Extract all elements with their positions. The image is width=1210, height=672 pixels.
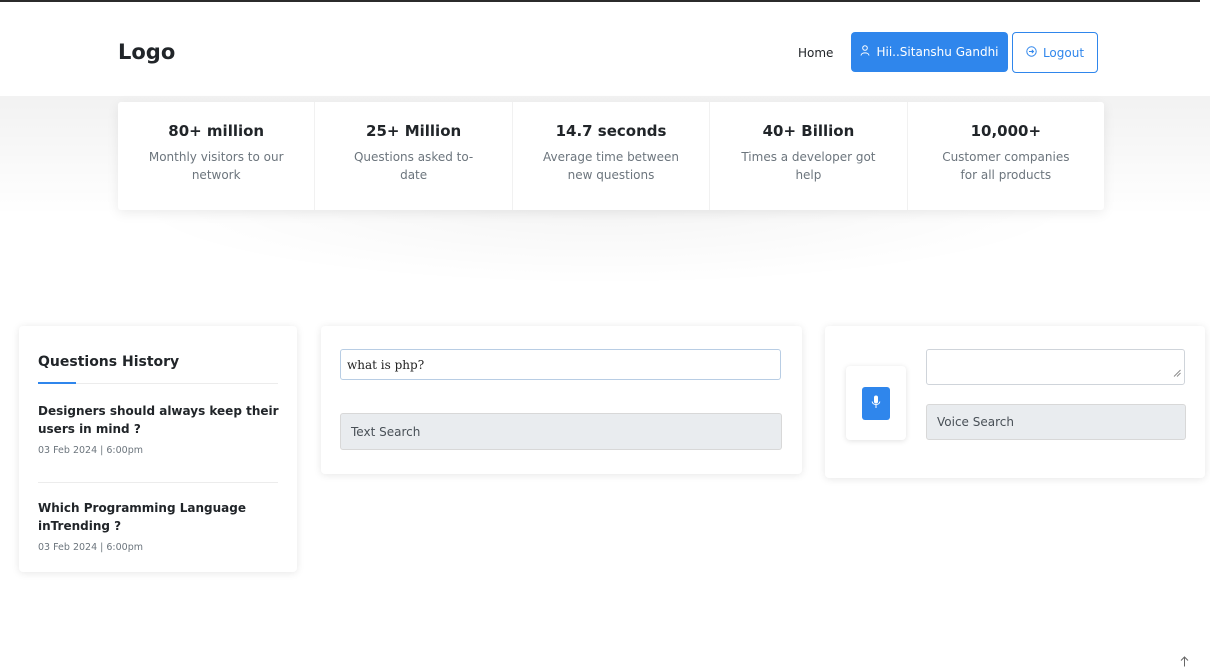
- voice-search-card: Voice Search: [825, 326, 1205, 478]
- stat-value: 25+ Million: [366, 122, 462, 140]
- stat-label: Questions asked to-date: [353, 150, 474, 182]
- history-date: 03 Feb 2024 | 6:00pm: [38, 542, 143, 553]
- stat-value: 80+ million: [168, 122, 265, 140]
- resize-grip-icon[interactable]: [1173, 362, 1181, 381]
- stat-label: Average time between new questions: [543, 150, 679, 182]
- stat-value: 40+ Billion: [762, 122, 855, 140]
- logo[interactable]: Logo: [118, 40, 175, 64]
- stat-label: Customer companies for all products: [942, 150, 1070, 182]
- text-search-button[interactable]: Text Search: [340, 413, 782, 450]
- history-title-underline: [38, 382, 76, 384]
- logout-button[interactable]: Logout: [1012, 32, 1098, 73]
- stat-label: Times a developer got help: [741, 150, 876, 182]
- top-border: [0, 0, 1200, 2]
- stat-item: 40+ Billion Times a developer got help: [710, 102, 908, 210]
- mic-container: [846, 366, 906, 440]
- nav-home-link[interactable]: Home: [798, 46, 833, 60]
- history-date: 03 Feb 2024 | 6:00pm: [38, 445, 143, 456]
- history-title: Questions History: [38, 354, 180, 370]
- user-button[interactable]: Hii..Sitanshu Gandhi: [851, 32, 1008, 72]
- user-icon: [860, 45, 870, 59]
- stat-label: Monthly visitors to our network: [148, 150, 284, 182]
- user-button-label: Hii..Sitanshu Gandhi: [876, 45, 999, 59]
- stat-item: 14.7 seconds Average time between new qu…: [513, 102, 711, 210]
- stat-item: 10,000+ Customer companies for all produ…: [908, 102, 1104, 210]
- arrow-up-icon[interactable]: [1180, 656, 1189, 670]
- voice-search-button[interactable]: Voice Search: [926, 404, 1186, 440]
- logout-button-label: Logout: [1042, 45, 1085, 60]
- stat-value: 14.7 seconds: [555, 122, 667, 140]
- history-question[interactable]: Which Programming Language inTrending ?: [38, 499, 283, 535]
- stats-strip: 80+ million Monthly visitors to our netw…: [118, 102, 1104, 210]
- history-item[interactable]: Designers should always keep their users…: [38, 402, 283, 456]
- text-search-card: Text Search: [321, 326, 802, 474]
- questions-history-card: Questions History Designers should alway…: [19, 326, 297, 572]
- stat-item: 25+ Million Questions asked to-date: [315, 102, 513, 210]
- microphone-button[interactable]: [862, 386, 890, 420]
- text-search-input[interactable]: [340, 349, 781, 380]
- history-question[interactable]: Designers should always keep their users…: [38, 402, 283, 438]
- history-item-divider: [38, 482, 278, 483]
- stat-item: 80+ million Monthly visitors to our netw…: [118, 102, 316, 210]
- logout-icon: [1026, 45, 1037, 60]
- stat-value: 10,000+: [970, 122, 1042, 140]
- microphone-icon: [871, 394, 881, 413]
- history-item[interactable]: Which Programming Language inTrending ? …: [38, 499, 283, 553]
- voice-search-textarea[interactable]: [926, 349, 1185, 385]
